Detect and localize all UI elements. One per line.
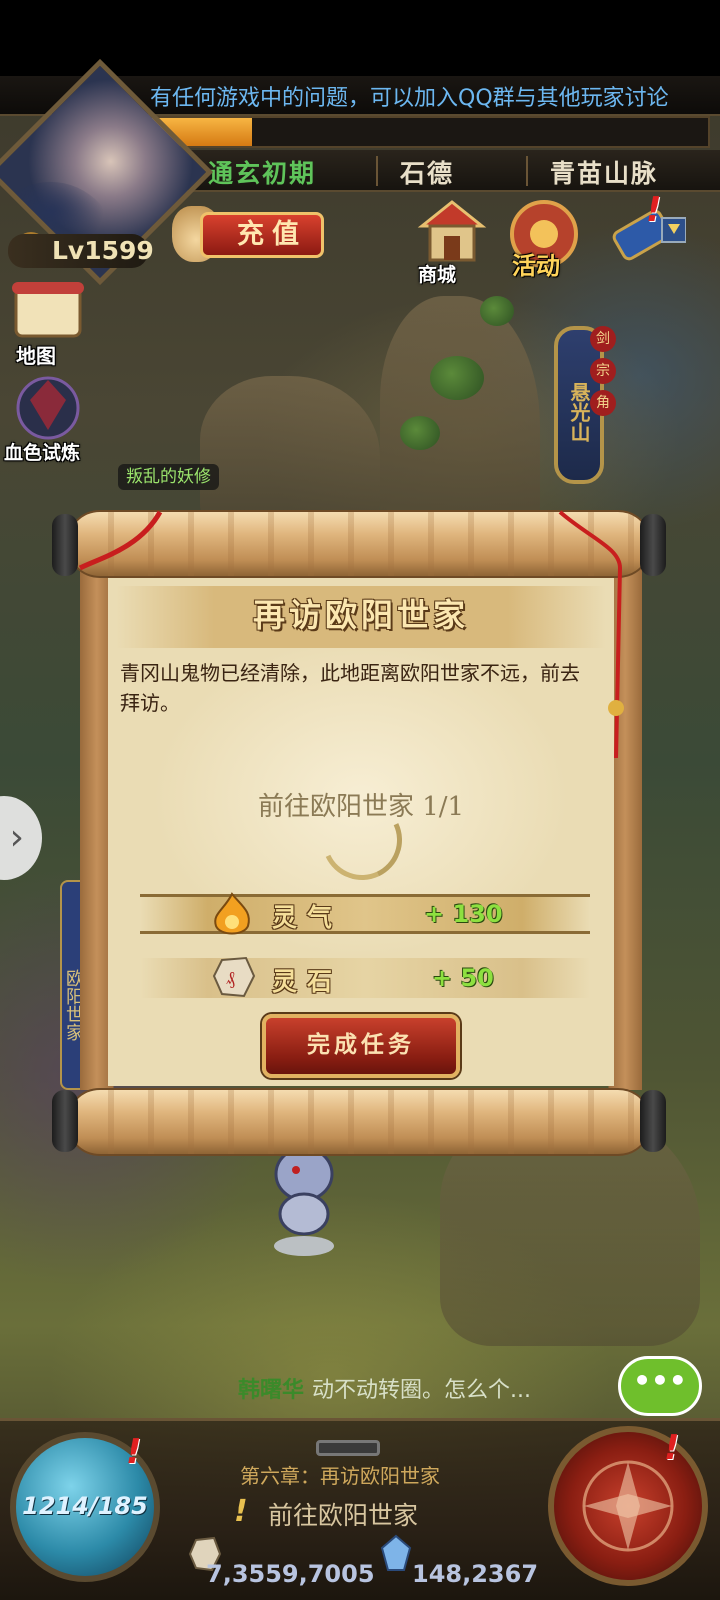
- shop-label: 商城: [418, 264, 457, 286]
- realm-label: 通玄初期: [208, 159, 317, 188]
- stone-amount: 7,3559,7005: [206, 1560, 375, 1588]
- scrolling-notice: 有任何游戏中的问题，可以加入QQ群与其他玩家讨论: [150, 86, 669, 110]
- quest-alert-icon: !: [234, 1494, 248, 1529]
- area-tag: 宗: [590, 358, 616, 384]
- crystal-icon: [380, 1534, 412, 1571]
- guild-label: 石德: [400, 159, 455, 188]
- event-label: 活动: [512, 252, 560, 280]
- recharge-button[interactable]: 充值: [200, 212, 324, 258]
- level-badge: Lv1599: [8, 234, 154, 268]
- current-quest[interactable]: 前往欧阳世家: [268, 1496, 418, 1532]
- divider: [376, 156, 378, 186]
- chapter-title: 第六章：再访欧阳世家: [240, 1464, 440, 1488]
- area-name: 悬光山: [567, 382, 591, 442]
- experience-bar: [150, 116, 710, 148]
- crystal-amount: 148,2367: [412, 1560, 539, 1588]
- area-tag: 角: [590, 390, 616, 416]
- compass-alert-icon: !: [664, 1428, 680, 1468]
- compass-rune-icon: [582, 1460, 674, 1552]
- dialog-description: 青冈山鬼物已经清除，此地距离欧阳世家不远，前去拜访。: [120, 661, 580, 715]
- location-label[interactable]: 青苗山脉: [550, 154, 658, 188]
- dialog-title: 再访欧阳世家: [252, 596, 469, 634]
- chat-bubble-icon: •••: [633, 1364, 687, 1397]
- area-tag: 剑: [590, 326, 616, 352]
- scroll-rod-cap: [640, 1090, 666, 1152]
- tree: [400, 416, 440, 450]
- chat-button[interactable]: •••: [618, 1356, 702, 1416]
- spirit-flame-icon: [214, 892, 250, 935]
- demon-mask-icon: [16, 376, 80, 440]
- tree: [480, 296, 514, 326]
- svg-text:₰: ₰: [226, 968, 235, 989]
- scroll-rod-cap: [52, 1090, 78, 1152]
- alert-icon: !: [646, 190, 662, 230]
- npc-name-tag[interactable]: 叛乱的妖修: [118, 464, 219, 490]
- scroll-rod-bottom: [66, 1088, 652, 1156]
- blood-trial-button[interactable]: [10, 370, 86, 442]
- tree: [430, 356, 484, 400]
- complete-quest-button[interactable]: 完成任务: [262, 1014, 460, 1078]
- chat-text: 动不动转圈。怎么个...: [312, 1378, 531, 1403]
- reward-value: + 50: [432, 964, 494, 992]
- chat-sender: 韩曙华: [238, 1378, 305, 1403]
- chat-message[interactable]: 韩曙华 动不动转圈。怎么个...: [238, 1372, 531, 1404]
- map-button[interactable]: [8, 276, 88, 346]
- hp-value: 1214/185: [22, 1492, 148, 1520]
- chevron-right-icon: ›: [9, 817, 24, 858]
- spirit-stone-icon: ₰: [212, 956, 256, 998]
- collapse-handle[interactable]: [316, 1440, 380, 1456]
- skill-compass-button[interactable]: [548, 1426, 708, 1586]
- shop-icon: [417, 200, 487, 262]
- divider: [526, 156, 528, 186]
- reward-value: + 130: [424, 900, 503, 928]
- status-row: 通玄初期 石德 青苗山脉: [180, 150, 720, 192]
- reward-row: [140, 958, 590, 998]
- blood-trial-label: 血色试炼: [4, 442, 81, 464]
- map-label: 地图: [16, 344, 56, 368]
- map-scroll-icon: [12, 282, 84, 338]
- hp-alert-icon: !: [126, 1432, 142, 1472]
- reward-name: 灵石: [272, 967, 343, 996]
- reward-name: 灵气: [272, 903, 343, 932]
